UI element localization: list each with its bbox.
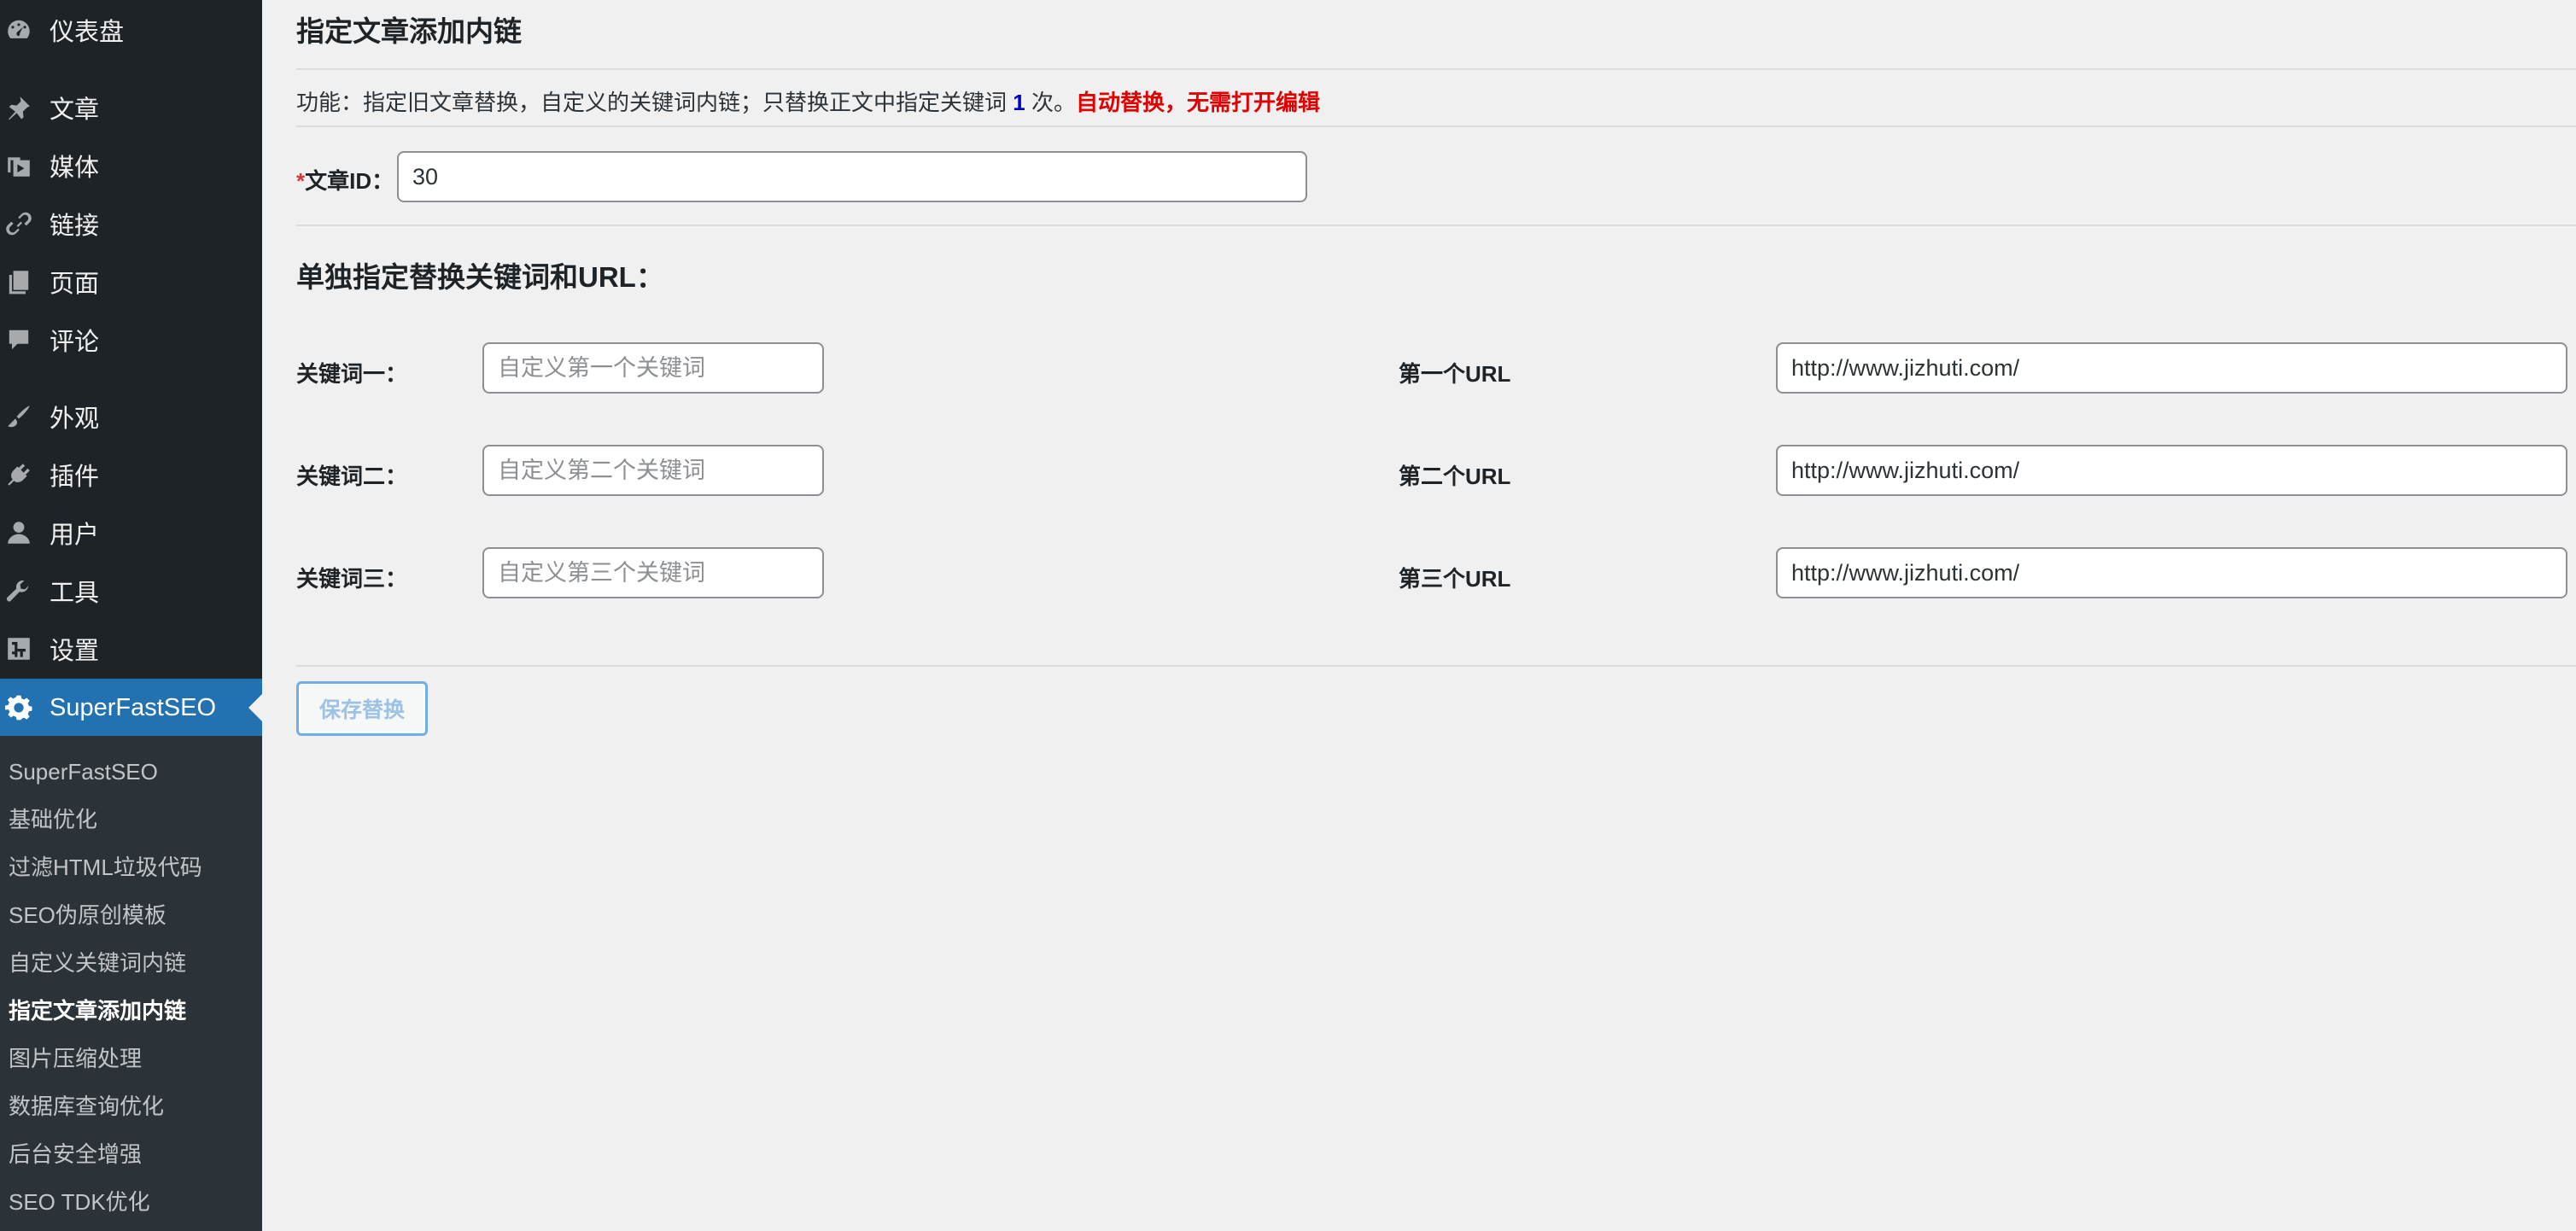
sidebar-item-label: 媒体 <box>50 155 100 182</box>
divider <box>296 125 2576 127</box>
submenu-item-db-optimization[interactable]: 数据库查询优化 <box>9 1089 164 1123</box>
url-1-input[interactable] <box>1776 342 2567 394</box>
section-heading: 单独指定替换关键词和URL： <box>296 261 664 293</box>
brush-icon <box>3 401 34 432</box>
sidebar-item-links[interactable]: 链接 <box>0 199 262 248</box>
pin-icon <box>3 92 34 123</box>
submenu-item-image-compression[interactable]: 图片压缩处理 <box>9 1041 142 1076</box>
sidebar-item-settings[interactable]: 设置 <box>0 624 262 674</box>
sidebar-item-label: 链接 <box>50 213 100 240</box>
required-mark: * <box>296 168 306 194</box>
sidebar-item-tools[interactable]: 工具 <box>0 566 262 616</box>
keyword-1-label: 关键词一： <box>296 361 408 387</box>
feature-description: 功能：指定旧文章替换，自定义的关键词内链；只替换正文中指定关键词 1 次。自动替… <box>296 85 1320 117</box>
gear-icon <box>3 692 34 723</box>
sidebar-item-label: 设置 <box>50 638 100 665</box>
wrench-icon <box>3 575 34 606</box>
page-title: 指定文章添加内链 <box>296 15 522 47</box>
post-id-input[interactable] <box>397 151 1307 202</box>
dashboard-icon <box>3 15 34 45</box>
sidebar-item-label: 插件 <box>50 464 100 491</box>
keyword-3-input[interactable] <box>482 547 824 598</box>
description-text: 功能：指定旧文章替换，自定义的关键词内链；只替换正文中指定关键词 <box>296 90 1008 115</box>
url-1-label: 第一个URL <box>1399 361 1511 387</box>
divider <box>296 225 2576 226</box>
keyword-3-label: 关键词三： <box>296 566 408 592</box>
replace-count: 1 <box>1013 90 1025 115</box>
keyword-1-input[interactable] <box>482 342 824 394</box>
url-2-input[interactable] <box>1776 445 2567 496</box>
superfastseo-submenu: SuperFastSEO 基础优化 过滤HTML垃圾代码 SEO伪原创模板 自定… <box>0 736 262 1231</box>
sidebar-item-pages[interactable]: 页面 <box>0 257 262 306</box>
sidebar-item-label: 外观 <box>50 405 100 433</box>
sidebar-item-superfastseo[interactable]: SuperFastSEO <box>0 679 262 737</box>
sidebar-item-comments[interactable]: 评论 <box>0 315 262 365</box>
sidebar-item-label: 用户 <box>50 522 100 549</box>
divider <box>296 68 2576 70</box>
keyword-2-label: 关键词二： <box>296 464 408 489</box>
sidebar-item-posts[interactable]: 文章 <box>0 83 262 132</box>
sidebar-item-appearance[interactable]: 外观 <box>0 392 262 441</box>
media-icon <box>3 150 34 181</box>
post-id-label: *文章ID： <box>296 164 394 195</box>
divider <box>296 665 2576 667</box>
comment-icon <box>3 324 34 355</box>
submenu-item-superfastseo[interactable]: SuperFastSEO <box>9 755 158 789</box>
sidebar-item-label: 页面 <box>50 271 100 298</box>
submenu-item-basic-optimization[interactable]: 基础优化 <box>9 802 97 837</box>
sidebar-item-label: 文章 <box>50 96 100 124</box>
submenu-item-security[interactable]: 后台安全增强 <box>9 1137 142 1171</box>
sidebar-item-users[interactable]: 用户 <box>0 508 262 557</box>
active-menu-arrow <box>248 694 262 721</box>
auto-replace-notice: 自动替换，无需打开编辑 <box>1075 90 1320 115</box>
keyword-2-input[interactable] <box>482 445 824 496</box>
plugin-icon <box>3 459 34 490</box>
sidebar-item-label: SuperFastSEO <box>50 693 217 721</box>
sidebar-item-label: 评论 <box>50 329 100 356</box>
sidebar-item-dashboard[interactable]: 仪表盘 <box>0 5 262 55</box>
submenu-item-filter-html[interactable]: 过滤HTML垃圾代码 <box>9 850 202 884</box>
submenu-item-keyword-links[interactable]: 自定义关键词内链 <box>9 946 186 980</box>
sidebar-item-media[interactable]: 媒体 <box>0 141 262 190</box>
link-icon <box>3 208 34 239</box>
user-icon <box>3 517 34 548</box>
pages-icon <box>3 266 34 297</box>
sidebar-item-plugins[interactable]: 插件 <box>0 450 262 499</box>
submenu-item-post-links[interactable]: 指定文章添加内链 <box>9 994 186 1028</box>
submenu-item-seo-template[interactable]: SEO伪原创模板 <box>9 898 166 932</box>
sidebar-item-label: 仪表盘 <box>50 19 125 46</box>
submenu-item-seo-tdk[interactable]: SEO TDK优化 <box>9 1185 150 1219</box>
url-3-input[interactable] <box>1776 547 2567 598</box>
main-content: 指定文章添加内链 功能：指定旧文章替换，自定义的关键词内链；只替换正文中指定关键… <box>262 0 2576 1231</box>
save-button[interactable]: 保存替换 <box>296 681 428 736</box>
description-suffix: 次。 <box>1031 90 1076 115</box>
sidebar-item-label: 工具 <box>50 580 100 607</box>
post-id-label-text: 文章ID： <box>305 168 394 194</box>
admin-sidebar: 仪表盘 文章 媒体 链接 页面 评论 外观 插件 用户 工具 设置 SuperF… <box>0 0 262 1231</box>
url-2-label: 第二个URL <box>1399 464 1511 489</box>
settings-icon <box>3 633 34 664</box>
url-3-label: 第三个URL <box>1399 566 1511 592</box>
